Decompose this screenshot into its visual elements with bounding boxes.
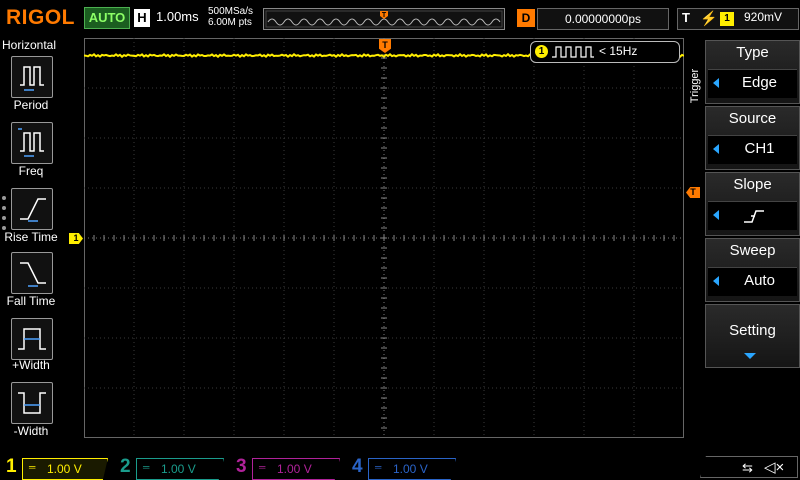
frequency-counter-readout: 1 < 15Hz bbox=[530, 41, 680, 63]
left-arrow-icon bbox=[713, 78, 719, 88]
rise-time-icon bbox=[20, 198, 46, 222]
trigger-menu-tab: Trigger bbox=[689, 68, 701, 104]
trigger-slope-softkey[interactable]: Slope bbox=[705, 172, 800, 236]
pos-width-icon bbox=[18, 328, 46, 350]
ch1-status[interactable]: 1 ═ 1.00 V bbox=[0, 454, 110, 480]
trigger-source-softkey[interactable]: Source CH1 bbox=[705, 106, 800, 170]
trigger-slope-value-box bbox=[708, 201, 797, 230]
freq-label: Freq bbox=[18, 164, 44, 178]
freq-icon bbox=[18, 128, 44, 157]
ch2-coupling-icon: ═ bbox=[143, 462, 150, 472]
sample-rate: 500MSa/s bbox=[208, 6, 254, 17]
trigger-type-title: Type bbox=[736, 44, 769, 61]
waveform-display[interactable] bbox=[84, 38, 684, 438]
ch2-scale-box: ═ 1.00 V bbox=[136, 458, 224, 480]
horizontal-delay-value[interactable]: 0.00000000ps bbox=[537, 8, 669, 30]
ch3-coupling-icon: ═ bbox=[259, 462, 266, 472]
trigger-level-marker[interactable]: T bbox=[686, 187, 700, 198]
trigger-type-softkey[interactable]: Type Edge bbox=[705, 40, 800, 104]
trigger-slope-title: Slope bbox=[733, 176, 772, 193]
neg-width-icon bbox=[18, 392, 46, 414]
delay-label: D bbox=[517, 9, 535, 27]
usb-icon: ⇆ bbox=[742, 460, 753, 475]
memory-overview-waveform: T bbox=[265, 10, 503, 28]
trigger-sweep-title: Sweep bbox=[729, 242, 776, 259]
rise-time-label: Rise Time bbox=[4, 230, 58, 244]
ch3-status[interactable]: 3 ═ 1.00 V bbox=[232, 454, 344, 480]
ch2-status[interactable]: 2 ═ 1.00 V bbox=[116, 454, 228, 480]
freq-measure-button[interactable] bbox=[11, 122, 53, 164]
frequency-value: < 15Hz bbox=[599, 44, 638, 58]
ch3-number: 3 bbox=[236, 456, 247, 477]
trigger-source-value: CH1 bbox=[744, 140, 775, 157]
left-arrow-icon bbox=[713, 276, 719, 286]
svg-text:T: T bbox=[382, 12, 387, 19]
run-mode-button[interactable]: AUTO bbox=[84, 7, 130, 29]
measure-category-title: Horizontal bbox=[2, 38, 57, 52]
ch2-scale: 1.00 V bbox=[161, 462, 196, 476]
neg-width-measure-button[interactable] bbox=[11, 382, 53, 424]
period-measure-button[interactable] bbox=[11, 56, 53, 98]
memory-overview-bar[interactable]: T bbox=[263, 8, 505, 30]
ch1-offset-marker[interactable]: 1 bbox=[69, 233, 83, 244]
rising-slope-icon bbox=[744, 210, 764, 223]
rising-edge-icon: ⚡ bbox=[700, 10, 718, 26]
ch3-scale-box: ═ 1.00 V bbox=[252, 458, 340, 480]
trigger-sweep-value: Auto bbox=[744, 272, 775, 289]
chevron-down-icon bbox=[744, 353, 756, 359]
pos-width-label: +Width bbox=[12, 358, 50, 372]
rigol-logo: RIGOL bbox=[6, 6, 75, 29]
trigger-status[interactable]: T ⚡ 1 920mV bbox=[677, 8, 799, 30]
trigger-sweep-value-box: Auto bbox=[708, 267, 797, 296]
ch1-scale-box: ═ 1.00 V bbox=[22, 458, 108, 480]
horizontal-label: H bbox=[134, 9, 150, 27]
ch3-scale: 1.00 V bbox=[277, 462, 312, 476]
pos-width-measure-button[interactable] bbox=[11, 318, 53, 360]
ch1-coupling-icon: ═ bbox=[29, 462, 36, 472]
trigger-source-value-box: CH1 bbox=[708, 135, 797, 164]
trigger-level-value: 920mV bbox=[744, 10, 783, 24]
ch4-scale-box: ═ 1.00 V bbox=[368, 458, 456, 480]
trigger-setting-softkey[interactable]: Setting bbox=[705, 304, 800, 368]
trigger-setting-title: Setting bbox=[729, 322, 776, 339]
trigger-source-badge: 1 bbox=[720, 12, 734, 26]
fall-time-icon bbox=[20, 262, 46, 287]
ch4-number: 4 bbox=[352, 456, 363, 477]
square-wave-icon bbox=[552, 46, 594, 58]
freq-channel-badge: 1 bbox=[535, 45, 548, 58]
speaker-muted-icon[interactable]: ◁× bbox=[764, 458, 784, 476]
ch4-scale: 1.00 V bbox=[393, 462, 428, 476]
measure-menu: Horizontal Period Freq Rise Time Fall Ti… bbox=[0, 36, 62, 452]
timebase-value[interactable]: 1.00ms bbox=[156, 9, 199, 24]
neg-width-label: -Width bbox=[13, 424, 49, 438]
left-arrow-icon bbox=[713, 210, 719, 220]
ch1-scale: 1.00 V bbox=[47, 462, 82, 476]
acquisition-info: 500MSa/s 6.00M pts bbox=[208, 6, 253, 28]
ch1-number: 1 bbox=[6, 456, 17, 477]
trigger-sweep-softkey[interactable]: Sweep Auto bbox=[705, 238, 800, 302]
ch4-status[interactable]: 4 ═ 1.00 V bbox=[348, 454, 460, 480]
fall-time-label: Fall Time bbox=[6, 294, 56, 308]
trigger-type-value-box: Edge bbox=[708, 69, 797, 98]
period-icon bbox=[20, 66, 44, 91]
left-arrow-icon bbox=[713, 144, 719, 154]
memory-depth: 6.00M pts bbox=[208, 17, 252, 28]
channel-status-bar: 1 ═ 1.00 V 2 ═ 1.00 V 3 ═ 1.00 V 4 ═ 1.0… bbox=[0, 452, 800, 480]
fall-time-measure-button[interactable] bbox=[11, 252, 53, 294]
trigger-type-value: Edge bbox=[741, 74, 778, 91]
trigger-label: T bbox=[682, 10, 690, 25]
rise-time-measure-button[interactable] bbox=[11, 188, 53, 230]
trigger-source-title: Source bbox=[728, 110, 777, 127]
top-status-bar: RIGOL AUTO H 1.00ms 500MSa/s 6.00M pts T… bbox=[0, 0, 800, 36]
ch4-coupling-icon: ═ bbox=[375, 462, 382, 472]
ch2-number: 2 bbox=[120, 456, 131, 477]
period-label: Period bbox=[13, 98, 49, 112]
